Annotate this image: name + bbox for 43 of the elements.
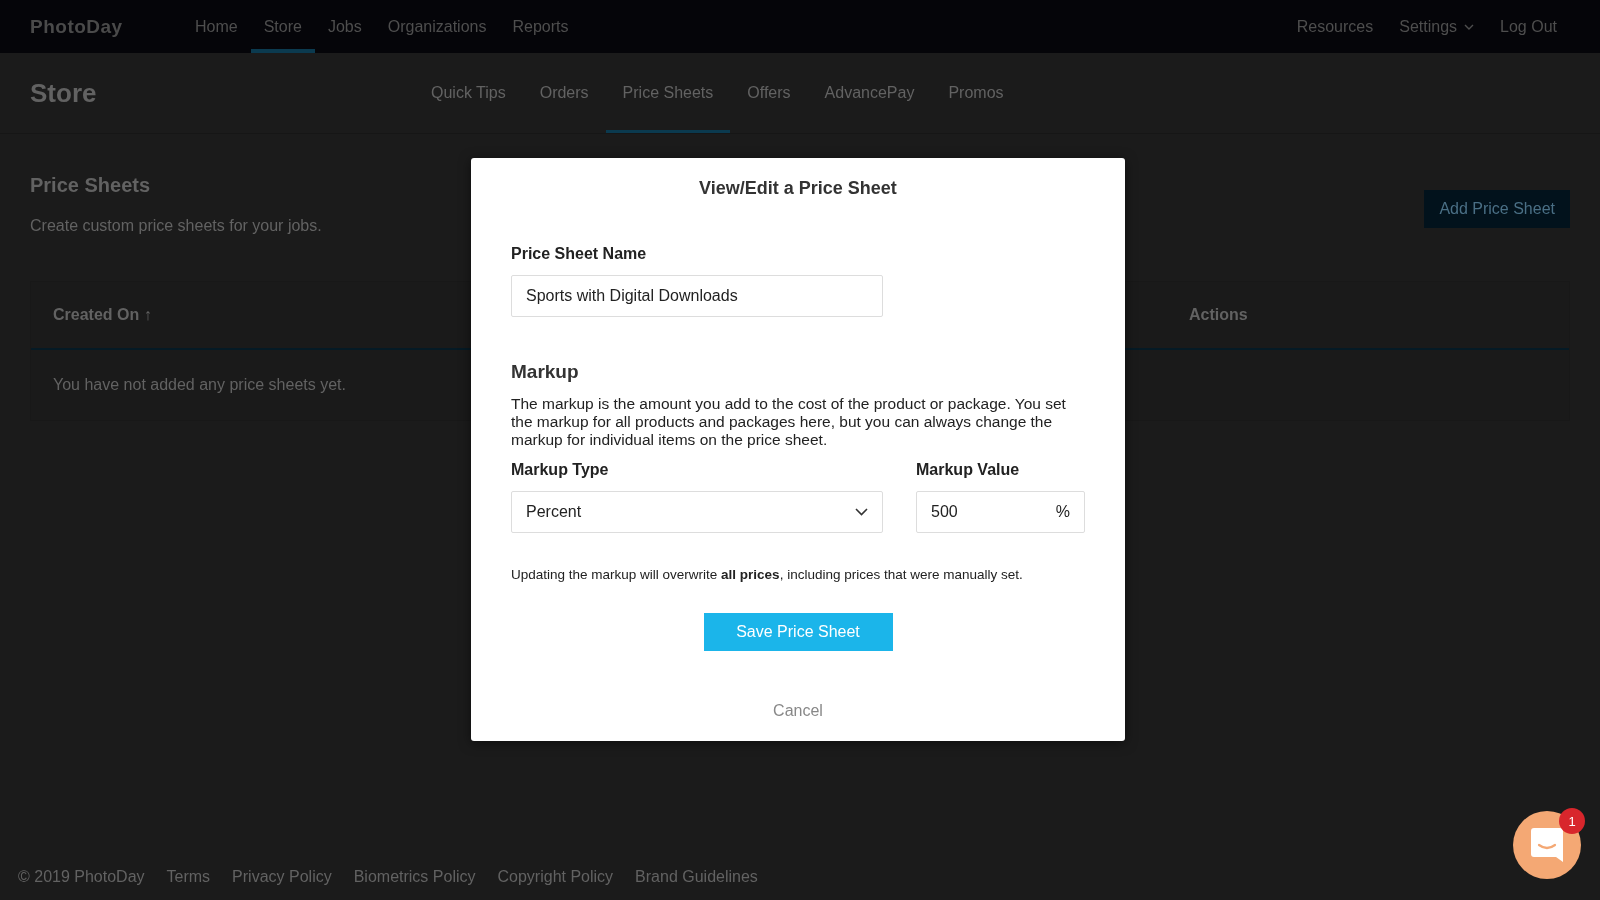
column-header: Actions: [1189, 306, 1248, 324]
footer-link[interactable]: Privacy Policy: [232, 868, 332, 886]
nav-link[interactable]: Store: [250, 0, 315, 53]
footer-link[interactable]: Brand Guidelines: [635, 868, 758, 886]
page-subtitle: Create custom price sheets for your jobs.: [30, 217, 322, 235]
field-label: Markup Value: [916, 461, 1021, 479]
tab[interactable]: Offers: [730, 53, 808, 133]
notification-badge: 1: [1559, 808, 1585, 834]
dropdown-link[interactable]: Settings: [1386, 0, 1488, 53]
input-field[interactable]: Sports with Digital Downloads: [511, 275, 883, 317]
cancel-button[interactable]: Cancel: [767, 701, 829, 721]
tab[interactable]: Orders: [522, 53, 606, 133]
nav-link[interactable]: Home: [182, 0, 251, 53]
tab[interactable]: Price Sheets: [605, 53, 731, 133]
section-heading: Markup: [511, 361, 580, 383]
chevron-down-icon: [855, 508, 868, 516]
section-title: Store: [30, 77, 98, 109]
nav-link[interactable]: Organizations: [374, 0, 500, 53]
nav-link[interactable]: Log Out: [1487, 0, 1570, 53]
tab[interactable]: Quick Tips: [414, 53, 523, 133]
select-field[interactable]: Percent: [511, 491, 883, 533]
modal-title: View/Edit a Price Sheet: [698, 178, 898, 199]
chevron-down-icon: [1464, 23, 1475, 30]
field-label: Markup Type: [511, 461, 610, 479]
chat-bubble-icon: [1531, 828, 1563, 862]
nav-link[interactable]: Resources: [1283, 0, 1387, 53]
footer-link[interactable]: Biometrics Policy: [353, 868, 476, 886]
empty-message: You have not added any price sheets yet.: [53, 376, 346, 393]
page-title: Price Sheets: [30, 174, 152, 197]
field-label: Price Sheet Name: [511, 245, 648, 263]
nav-link[interactable]: Jobs: [314, 0, 375, 53]
footer-link[interactable]: Copyright Policy: [497, 868, 614, 886]
copyright-text: © 2019 PhotoDay: [18, 868, 145, 886]
input-field[interactable]: 500 %: [916, 491, 1085, 533]
description-text: The markup is the amount you add to the cost of the product or package. You set the markup for all products and packages here, but you can always change the markup for individual items on the price sheet.: [511, 395, 1067, 449]
tab[interactable]: AdvancePay: [807, 53, 932, 133]
save-button[interactable]: Save Price Sheet: [703, 613, 893, 651]
warning-text: Updating the markup will overwrite all prices, including prices that were manually set.: [511, 567, 1024, 582]
nav-link[interactable]: Reports: [499, 0, 582, 53]
add-price-sheet-button[interactable]: Add Price Sheet: [1424, 190, 1570, 228]
logo[interactable]: PhotoDay: [30, 15, 182, 38]
tab[interactable]: Promos: [931, 53, 1021, 133]
footer-link[interactable]: Terms: [166, 868, 211, 886]
